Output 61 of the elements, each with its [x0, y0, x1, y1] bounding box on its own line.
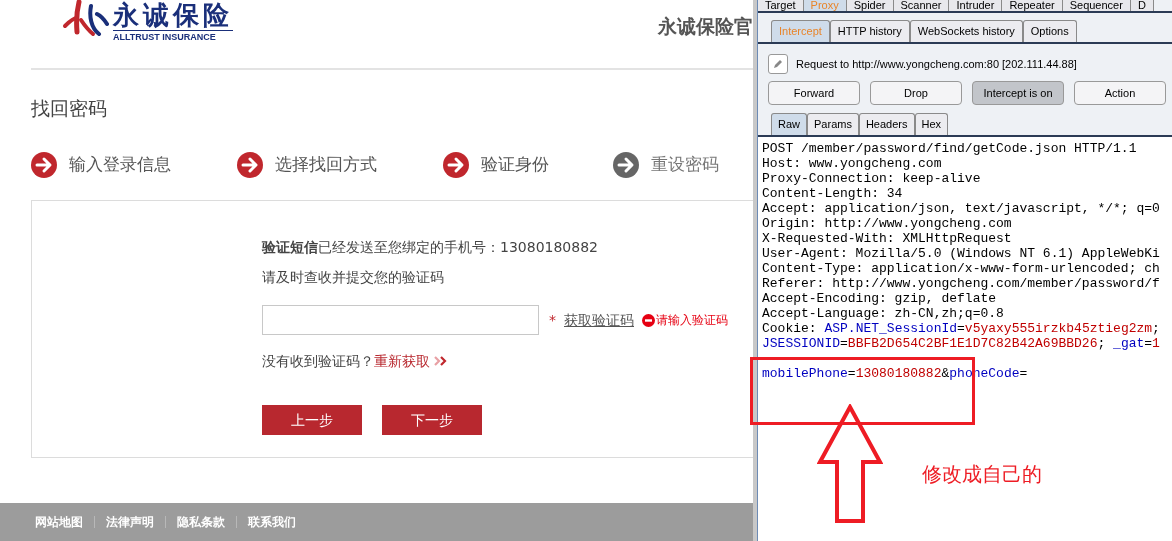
tool-tab[interactable]: Target: [758, 0, 804, 11]
tool-tab[interactable]: Repeater: [1002, 0, 1063, 11]
request-header-line: Content-Type: application/x-www-form-urlencoded; ch: [762, 261, 1160, 276]
tool-tab[interactable]: Spider: [846, 0, 894, 11]
proxy-subtab[interactable]: Options: [1022, 20, 1077, 42]
arrow-circle-icon: [613, 152, 639, 178]
annotation-note: 修改成自己的: [922, 461, 1042, 488]
tool-tab[interactable]: Intruder: [949, 0, 1003, 11]
intercept-action-button[interactable]: Forward: [768, 81, 860, 105]
error-icon: [642, 313, 655, 327]
step-label: 重设密码: [651, 153, 719, 177]
required-mark: *: [549, 310, 556, 330]
tool-tab[interactable]: Sequencer: [1062, 0, 1131, 11]
request-header-line: Accept-Encoding: gzip, deflate: [762, 291, 997, 306]
request-header-line: Referer: http://www.yongcheng.com/member/password/f: [762, 276, 1160, 291]
next-step-button[interactable]: 下一步: [382, 405, 482, 435]
view-tab[interactable]: Hex: [914, 113, 949, 135]
pencil-icon[interactable]: [768, 54, 788, 74]
previous-step-button[interactable]: 上一步: [262, 405, 362, 435]
intercept-action-button[interactable]: Drop: [870, 81, 962, 105]
request-header-line: POST /member/password/find/getCode.json HTTP/1.1: [762, 141, 1137, 156]
arrow-circle-icon: [443, 152, 469, 178]
request-header-line: Content-Length: 34: [762, 186, 903, 201]
view-tab[interactable]: Raw: [771, 113, 807, 135]
request-editor[interactable]: [758, 137, 1172, 541]
request-header-line: Cookie: ASP.NET_SessionId=v5yaxy555irzkb45ztieg2zm;: [762, 321, 1160, 336]
step-label: 选择找回方式: [275, 153, 377, 177]
view-tab[interactable]: Params: [807, 113, 859, 135]
get-code-link[interactable]: 获取验证码: [564, 309, 634, 331]
site-header-title: 永诚保险官: [658, 14, 753, 39]
request-header-line: Origin: http://www.yongcheng.com: [762, 216, 1012, 231]
request-header-line: Proxy-Connection: keep-alive: [762, 171, 981, 186]
logo-name: 永诚保险: [113, 0, 233, 31]
proxy-subtab[interactable]: HTTP history: [829, 20, 910, 42]
step-label: 验证身份: [481, 153, 549, 177]
page-title: 找回密码: [31, 96, 108, 121]
tool-tab[interactable]: Scanner: [893, 0, 950, 11]
verification-code-field[interactable]: [262, 305, 539, 335]
view-tab[interactable]: Headers: [858, 113, 915, 135]
arrow-circle-icon: [237, 152, 263, 178]
request-header-line: Accept-Language: zh-CN,zh;q=0.8: [762, 306, 1004, 321]
check-code-hint: 请及时查收并提交您的验证码: [262, 268, 445, 287]
sms-sent-notice: 验证短信已经发送至您绑定的手机号：13080180882: [262, 238, 599, 257]
request-header-line: Accept: application/json, text/javascript, */*; q=0: [762, 201, 1160, 216]
proxy-subtab[interactable]: WebSockets history: [909, 20, 1023, 42]
request-header-line: X-Requested-With: XMLHttpRequest: [762, 231, 1012, 246]
double-chevron-icon: [434, 356, 448, 366]
step-label: 输入登录信息: [69, 153, 171, 177]
intercept-action-button[interactable]: Intercept is on: [972, 81, 1064, 105]
intercept-action-button[interactable]: Action: [1074, 81, 1166, 105]
resend-link[interactable]: 重新获取: [374, 349, 430, 373]
request-header-line: JSESSIONID=BBFB2D654C2BF1E1D7C82B42A69BBD26; _gat=1: [762, 336, 1160, 351]
request-header-line: Host: www.yongcheng.com: [762, 156, 942, 171]
resend-question: 没有收到验证码？: [262, 352, 374, 371]
request-target: Request to http://www.yongcheng.com:80 [202.111.44.88]: [796, 56, 1077, 72]
arrow-circle-icon: [31, 152, 57, 178]
request-header-line: User-Agent: Mozilla/5.0 (Windows NT 6.1) AppleWebKi: [762, 246, 1160, 261]
error-message: 请输入验证码: [656, 312, 728, 329]
up-arrow-icon: [817, 404, 883, 524]
tool-tab[interactable]: D: [1130, 0, 1154, 11]
logo-subtitle: ALLTRUST INSURANCE: [113, 31, 217, 43]
